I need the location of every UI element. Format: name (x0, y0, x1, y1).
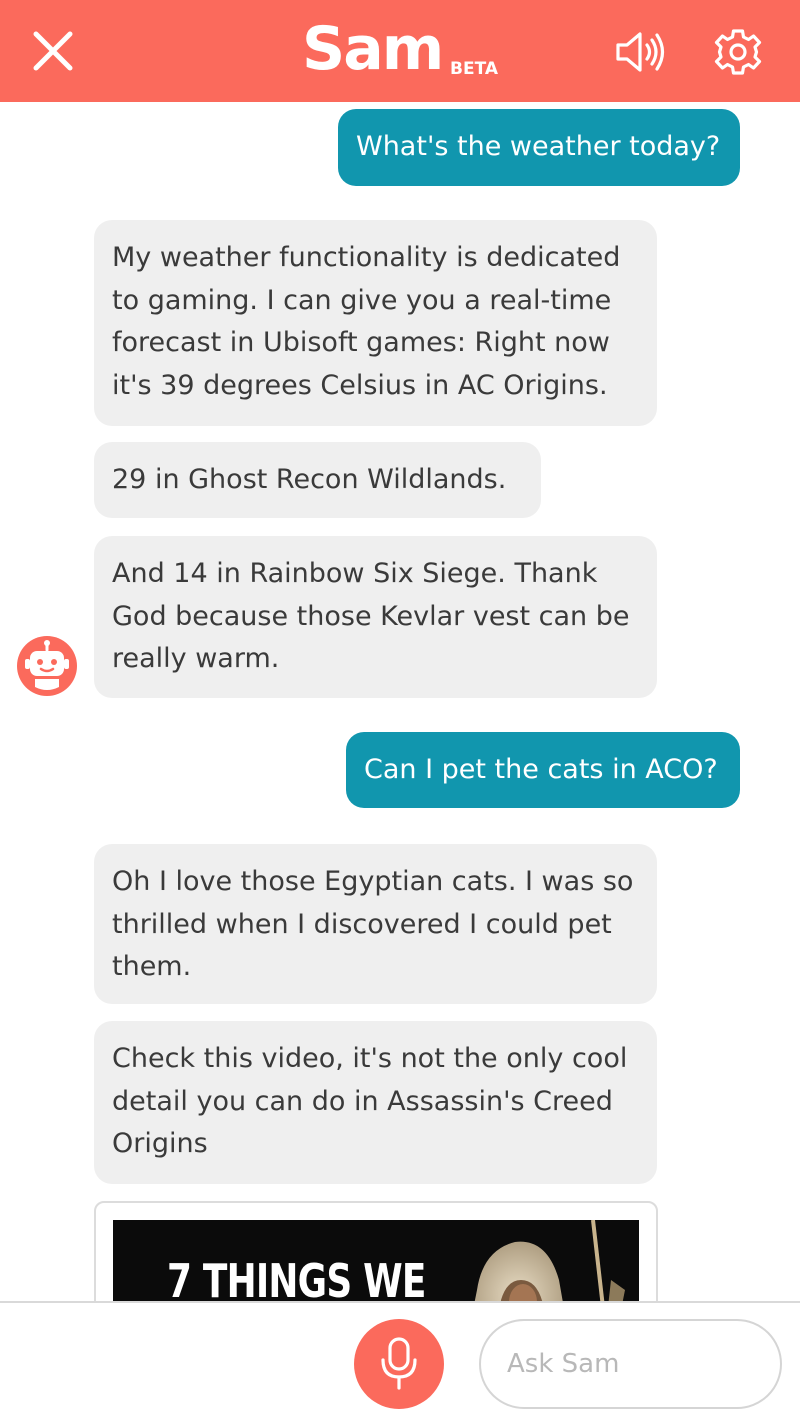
message-line: Origins (112, 1128, 208, 1159)
ask-sam-input[interactable] (479, 1319, 782, 1409)
robot-icon (17, 636, 77, 696)
chat-thread[interactable]: What's the weather today? My weather fun… (0, 102, 800, 1301)
microphone-icon (381, 1337, 417, 1390)
message-text: What's the weather today? (356, 131, 721, 162)
message-line: My weather functionality is dedicated (112, 242, 621, 273)
video-card[interactable]: 7 THINGS WE (94, 1201, 658, 1301)
bot-message-bubble: 29 in Ghost Recon Wildlands. (94, 442, 541, 518)
gear-icon (714, 29, 762, 75)
message-line: detail you can do in Assassin's Creed (112, 1085, 613, 1117)
assassin-figure-image (474, 1220, 625, 1301)
close-icon (33, 31, 73, 71)
bot-message-bubble: My weather functionality is dedicated to… (94, 220, 657, 426)
message-text: Can I pet the cats in ACO? (364, 754, 718, 785)
message-line: And 14 in Rainbow Six Siege. Thank (112, 558, 598, 589)
message-line: it's 39 degrees Celsius in AC Origins. (112, 369, 608, 401)
user-message-bubble: What's the weather today? (338, 109, 740, 186)
bot-message-bubble: And 14 in Rainbow Six Siege. Thank God b… (94, 536, 657, 698)
app-title: Sam (302, 14, 444, 84)
settings-button[interactable] (712, 26, 764, 78)
microphone-button[interactable] (354, 1319, 444, 1409)
message-line: them. (112, 951, 192, 982)
message-line: to gaming. I can give you a real-time (112, 284, 612, 316)
video-thumbnail[interactable]: 7 THINGS WE (113, 1220, 639, 1301)
message-line: God because those Kevlar vest can be (112, 600, 630, 632)
sound-button[interactable] (612, 28, 668, 76)
bot-message-bubble: Check this video, it's not the only cool… (94, 1021, 657, 1184)
bot-avatar (16, 635, 78, 697)
message-line: forecast in Ubisoft games: Right now (112, 327, 610, 358)
message-line: thrilled when I discovered I could pet (112, 908, 612, 940)
input-bar (0, 1301, 800, 1423)
message-line: Oh I love those Egyptian cats. I was so (112, 866, 634, 897)
message-line: Check this video, it's not the only cool (112, 1043, 628, 1074)
speaker-icon (616, 32, 665, 72)
user-message-bubble: Can I pet the cats in ACO? (346, 732, 740, 808)
app-header: Sam BETA (0, 0, 800, 102)
bot-message-bubble: Oh I love those Egyptian cats. I was so … (94, 844, 657, 1004)
message-line: really warm. (112, 643, 280, 674)
message-line: 29 in Ghost Recon Wildlands. (112, 464, 507, 495)
beta-badge: BETA (450, 59, 499, 79)
close-button[interactable] (28, 26, 78, 76)
video-title: 7 THINGS WE (167, 1254, 426, 1301)
